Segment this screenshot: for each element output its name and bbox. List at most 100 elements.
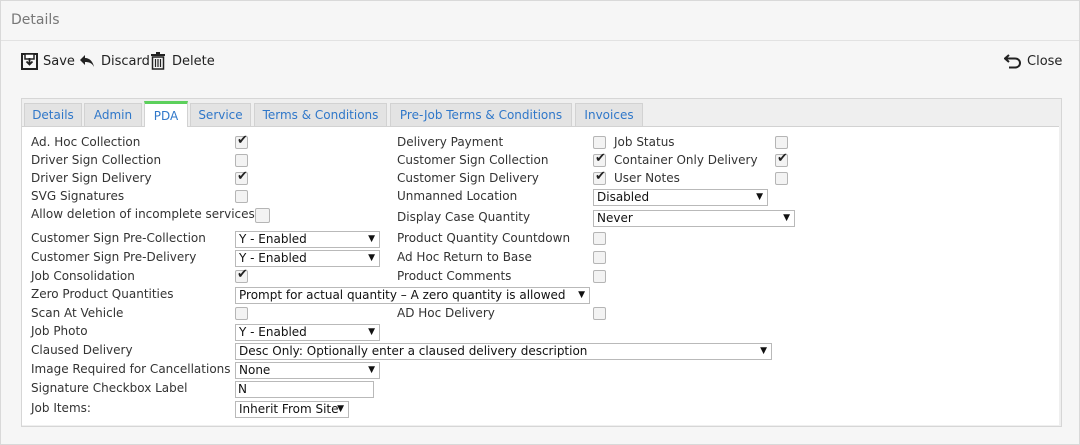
title-divider [1, 40, 1079, 41]
claused-delivery-select[interactable]: Desc Only: Optionally enter a claused de… [235, 343, 772, 360]
select-value: None [239, 363, 271, 377]
dropdown-arrow-icon: ▼ [368, 253, 375, 263]
scan-at-vehicle-label: Scan At Vehicle [31, 306, 124, 320]
image-required-select[interactable]: None ▼ [235, 362, 380, 379]
product-quantity-countdown-checkbox[interactable] [593, 232, 606, 245]
job-items-select[interactable]: Inherit From Site ▼ [235, 401, 349, 418]
details-window: Details Save Discard Delete Close Detail… [0, 0, 1080, 445]
driver-sign-collection-label: Driver Sign Collection [31, 153, 162, 167]
zero-product-quantities-label: Zero Product Quantities [31, 287, 174, 301]
driver-sign-delivery-label: Driver Sign Delivery [31, 171, 152, 185]
tab-container: Details Admin PDA Service Terms & Condit… [21, 98, 1062, 427]
dropdown-arrow-icon: ▼ [368, 234, 375, 244]
check-icon: ✔ [237, 267, 248, 282]
customer-sign-pre-delivery-label: Customer Sign Pre-Delivery [31, 250, 197, 264]
allow-deletion-checkbox[interactable] [255, 208, 270, 223]
job-consolidation-checkbox[interactable]: ✔ [235, 267, 248, 283]
dropdown-arrow-icon: ▼ [337, 404, 344, 414]
select-value: Desc Only: Optionally enter a claused de… [239, 344, 588, 358]
product-comments-checkbox[interactable] [593, 270, 606, 283]
select-value: Y - Enabled [239, 325, 307, 339]
check-icon: ✔ [595, 151, 606, 166]
svg-signatures-checkbox[interactable] [235, 190, 248, 203]
customer-sign-pre-delivery-select[interactable]: Y - Enabled ▼ [235, 250, 380, 267]
tab-pda[interactable]: PDA [144, 101, 188, 127]
discard-button[interactable]: Discard [78, 50, 150, 72]
select-value: Never [597, 211, 633, 225]
container-only-delivery-label: Container Only Delivery [614, 153, 758, 167]
ad-hoc-delivery-label: AD Hoc Delivery [397, 306, 495, 320]
customer-sign-pre-collection-label: Customer Sign Pre-Collection [31, 231, 206, 245]
signature-checkbox-label-input[interactable]: N [235, 381, 374, 398]
check-icon: ✔ [595, 169, 606, 184]
ad-hoc-delivery-checkbox[interactable] [593, 307, 606, 320]
close-label: Close [1027, 53, 1063, 69]
tab-pre-job-terms-conditions[interactable]: Pre-Job Terms & Conditions [390, 103, 572, 126]
svg-signatures-label: SVG Signatures [31, 189, 125, 203]
save-button[interactable]: Save [20, 50, 75, 72]
tab-invoices[interactable]: Invoices [575, 103, 643, 126]
zero-product-quantities-select[interactable]: Prompt for actual quantity – A zero quan… [235, 287, 590, 304]
pda-tab-panel: Ad. Hoc Collection ✔ Driver Sign Collect… [22, 126, 1059, 425]
user-notes-label: User Notes [614, 171, 680, 185]
close-button[interactable]: Close [1004, 50, 1062, 72]
tab-strip: Details Admin PDA Service Terms & Condit… [22, 99, 1061, 127]
ad-hoc-return-to-base-checkbox[interactable] [593, 251, 606, 264]
job-photo-label: Job Photo [31, 324, 88, 338]
driver-sign-collection-checkbox[interactable] [235, 154, 248, 167]
tab-details[interactable]: Details [24, 103, 82, 126]
scan-at-vehicle-checkbox[interactable] [235, 307, 248, 320]
allow-deletion-label: Allow deletion of incomplete services [31, 207, 255, 221]
dropdown-arrow-icon: ▼ [760, 346, 767, 356]
tab-terms-conditions[interactable]: Terms & Conditions [254, 103, 387, 126]
ad-hoc-collection-label: Ad. Hoc Collection [31, 135, 141, 149]
check-icon: ✔ [777, 151, 788, 166]
select-value: Disabled [597, 190, 650, 204]
product-quantity-countdown-label: Product Quantity Countdown [397, 231, 571, 245]
ad-hoc-collection-checkbox[interactable]: ✔ [235, 133, 248, 149]
delete-label: Delete [172, 53, 215, 69]
select-value: Y - Enabled [239, 232, 307, 246]
customer-sign-delivery-checkbox[interactable]: ✔ [593, 169, 606, 185]
job-consolidation-label: Job Consolidation [31, 269, 135, 283]
ad-hoc-return-to-base-label: Ad Hoc Return to Base [397, 250, 532, 264]
delete-button[interactable]: Delete [149, 50, 215, 72]
select-value: Prompt for actual quantity – A zero quan… [239, 288, 566, 302]
trash-icon [149, 52, 167, 70]
unmanned-location-select[interactable]: Disabled ▼ [593, 189, 768, 206]
container-only-delivery-checkbox[interactable]: ✔ [775, 151, 788, 167]
job-status-checkbox[interactable] [775, 136, 788, 149]
claused-delivery-label: Claused Delivery [31, 343, 133, 357]
check-icon: ✔ [237, 169, 248, 184]
discard-label: Discard [101, 53, 150, 69]
delivery-payment-checkbox[interactable] [593, 136, 606, 149]
save-icon [20, 52, 38, 70]
product-comments-label: Product Comments [397, 269, 512, 283]
customer-sign-delivery-label: Customer Sign Delivery [397, 171, 539, 185]
signature-checkbox-label-label: Signature Checkbox Label [31, 381, 188, 395]
undo-icon [78, 52, 96, 70]
display-case-quantity-label: Display Case Quantity [397, 210, 531, 224]
user-notes-checkbox[interactable] [775, 172, 788, 185]
display-case-quantity-select[interactable]: Never ▼ [593, 210, 795, 227]
select-value: Y - Enabled [239, 251, 307, 265]
customer-sign-pre-collection-select[interactable]: Y - Enabled ▼ [235, 231, 380, 248]
save-label: Save [43, 53, 75, 69]
return-icon [1004, 52, 1022, 70]
dropdown-arrow-icon: ▼ [783, 213, 790, 223]
dropdown-arrow-icon: ▼ [578, 290, 585, 300]
dropdown-arrow-icon: ▼ [368, 365, 375, 375]
job-items-label: Job Items: [31, 401, 91, 415]
select-value: Inherit From Site [239, 402, 339, 416]
driver-sign-delivery-checkbox[interactable]: ✔ [235, 169, 248, 185]
job-photo-select[interactable]: Y - Enabled ▼ [235, 324, 380, 341]
tab-service[interactable]: Service [190, 103, 251, 126]
customer-sign-collection-checkbox[interactable]: ✔ [593, 151, 606, 167]
image-required-label: Image Required for Cancellations [31, 362, 231, 376]
job-status-label: Job Status [614, 135, 675, 149]
check-icon: ✔ [237, 133, 248, 148]
window-title: Details [11, 12, 60, 28]
unmanned-location-label: Unmanned Location [397, 189, 518, 203]
tab-admin[interactable]: Admin [84, 103, 142, 126]
dropdown-arrow-icon: ▼ [756, 192, 763, 202]
